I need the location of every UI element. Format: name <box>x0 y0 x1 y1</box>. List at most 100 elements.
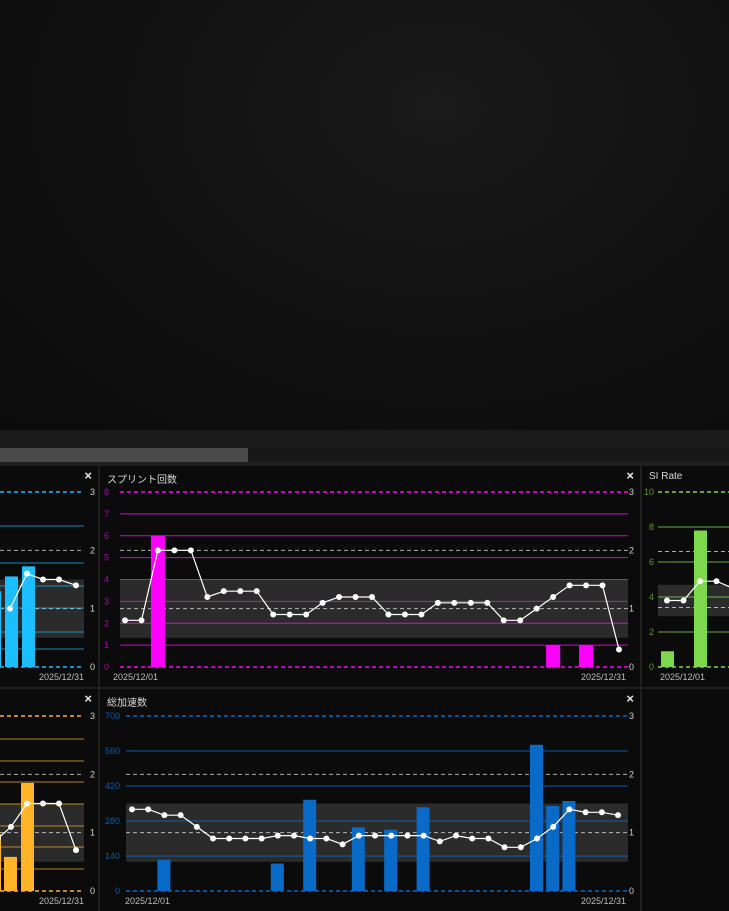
line-point <box>177 812 184 819</box>
chart-si-rate: 10 8 6 4 2 0 2025/12/01 <box>644 487 729 682</box>
right-axis-tick: 3 <box>629 487 634 497</box>
bar <box>694 530 707 667</box>
right-axis-tick: 0 <box>629 662 634 672</box>
line-point <box>388 832 395 839</box>
line-point <box>517 617 524 624</box>
line-point <box>517 844 524 851</box>
line-point <box>145 806 152 813</box>
line-point <box>453 832 459 839</box>
left-axis-tick: 6 <box>649 557 654 567</box>
bar <box>530 744 543 891</box>
line-point <box>24 800 30 807</box>
left-axis-tick: 1 <box>104 640 109 650</box>
line-point <box>566 582 573 589</box>
line-point <box>40 576 46 583</box>
right-axis-tick: 2 <box>629 769 634 779</box>
bar <box>5 576 18 667</box>
right-axis-tick: 0 <box>90 886 95 896</box>
line-point <box>352 594 359 600</box>
left-axis-tick: 700 <box>105 711 120 721</box>
left-axis-tick: 5 <box>104 553 109 563</box>
line-point <box>550 823 557 830</box>
line-point <box>615 812 621 819</box>
bar <box>416 807 430 891</box>
left-axis-tick: 560 <box>105 746 120 756</box>
line-point <box>210 835 216 842</box>
bar <box>22 566 35 667</box>
line-point <box>680 597 687 604</box>
right-axis-tick: 1 <box>90 828 95 838</box>
chart-panel-left-bottom: × 3 2 1 0 2025/12/31 <box>0 689 98 911</box>
bar <box>0 591 1 667</box>
date-end-label: 2025/12/31 <box>39 672 84 682</box>
left-axis-tick: 4 <box>649 592 654 602</box>
left-axis-tick: 2 <box>104 618 109 628</box>
chart-left-top: 3 2 1 0 2025/12/31 <box>0 487 95 682</box>
line-point <box>355 832 362 839</box>
date-end-label: 2025/12/31 <box>39 896 84 906</box>
left-axis-tick: 140 <box>105 851 120 861</box>
bar <box>579 645 594 667</box>
left-axis-tick: 8 <box>104 487 109 497</box>
right-axis-tick: 3 <box>90 487 95 497</box>
line-point <box>226 835 233 842</box>
line-point <box>307 835 314 842</box>
horizontal-scrollbar[interactable] <box>0 448 729 462</box>
scrollbar-thumb[interactable] <box>0 448 248 462</box>
right-axis-tick: 2 <box>90 545 95 555</box>
line-point <box>339 841 346 848</box>
line-point <box>418 611 425 618</box>
bar <box>384 829 398 891</box>
line-point <box>270 611 277 618</box>
line-point <box>550 594 557 600</box>
right-axis-tick: 0 <box>629 886 634 896</box>
line-point <box>369 594 375 600</box>
left-axis-tick: 3 <box>104 596 109 606</box>
bar <box>21 782 34 891</box>
empty-panel-slot <box>642 689 729 911</box>
line-point <box>73 847 79 854</box>
line-point <box>204 594 211 600</box>
line-point <box>138 617 145 624</box>
right-axis-tick: 1 <box>90 604 95 614</box>
right-axis-tick: 1 <box>629 604 634 614</box>
chart-panel-left-top: × 3 2 1 0 2025/12/31 <box>0 466 98 687</box>
timeline-strip <box>0 430 729 448</box>
line-point <box>469 835 476 842</box>
line-point <box>274 832 281 839</box>
left-axis-tick: 2 <box>649 627 654 637</box>
line-point <box>187 547 194 554</box>
line-point <box>161 812 168 819</box>
bar <box>546 806 560 891</box>
left-axis-tick: 7 <box>104 509 109 519</box>
date-end-label: 2025/12/31 <box>581 672 626 682</box>
line-point <box>7 605 13 612</box>
right-axis-tick: 2 <box>90 769 95 779</box>
line-point <box>24 570 30 577</box>
left-axis-tick: 0 <box>649 662 654 672</box>
left-axis-tick: 420 <box>105 781 120 791</box>
line-point <box>122 617 128 624</box>
line-point <box>598 809 605 816</box>
line-point <box>401 611 408 618</box>
video-preview-area <box>0 0 729 430</box>
chart-sprint-count: 8 7 6 5 4 3 2 1 0 3 2 1 0 2025/12/01 2025/12/31 <box>104 487 634 682</box>
bar <box>661 651 674 667</box>
line-point <box>533 605 540 612</box>
line-point <box>385 611 392 618</box>
line-point <box>193 823 200 830</box>
line-point <box>451 599 458 606</box>
line-point <box>500 617 507 624</box>
line-point <box>56 576 62 583</box>
line-point <box>664 597 670 604</box>
line-point <box>583 582 590 589</box>
left-axis-tick: 4 <box>104 575 109 585</box>
line-point <box>253 588 260 595</box>
right-axis-tick: 0 <box>90 662 95 672</box>
right-axis-tick: 3 <box>90 711 95 721</box>
bar <box>303 799 317 891</box>
line-point <box>534 835 540 842</box>
line-point <box>171 547 178 554</box>
line-point <box>436 838 443 845</box>
right-axis-tick: 1 <box>629 828 634 838</box>
